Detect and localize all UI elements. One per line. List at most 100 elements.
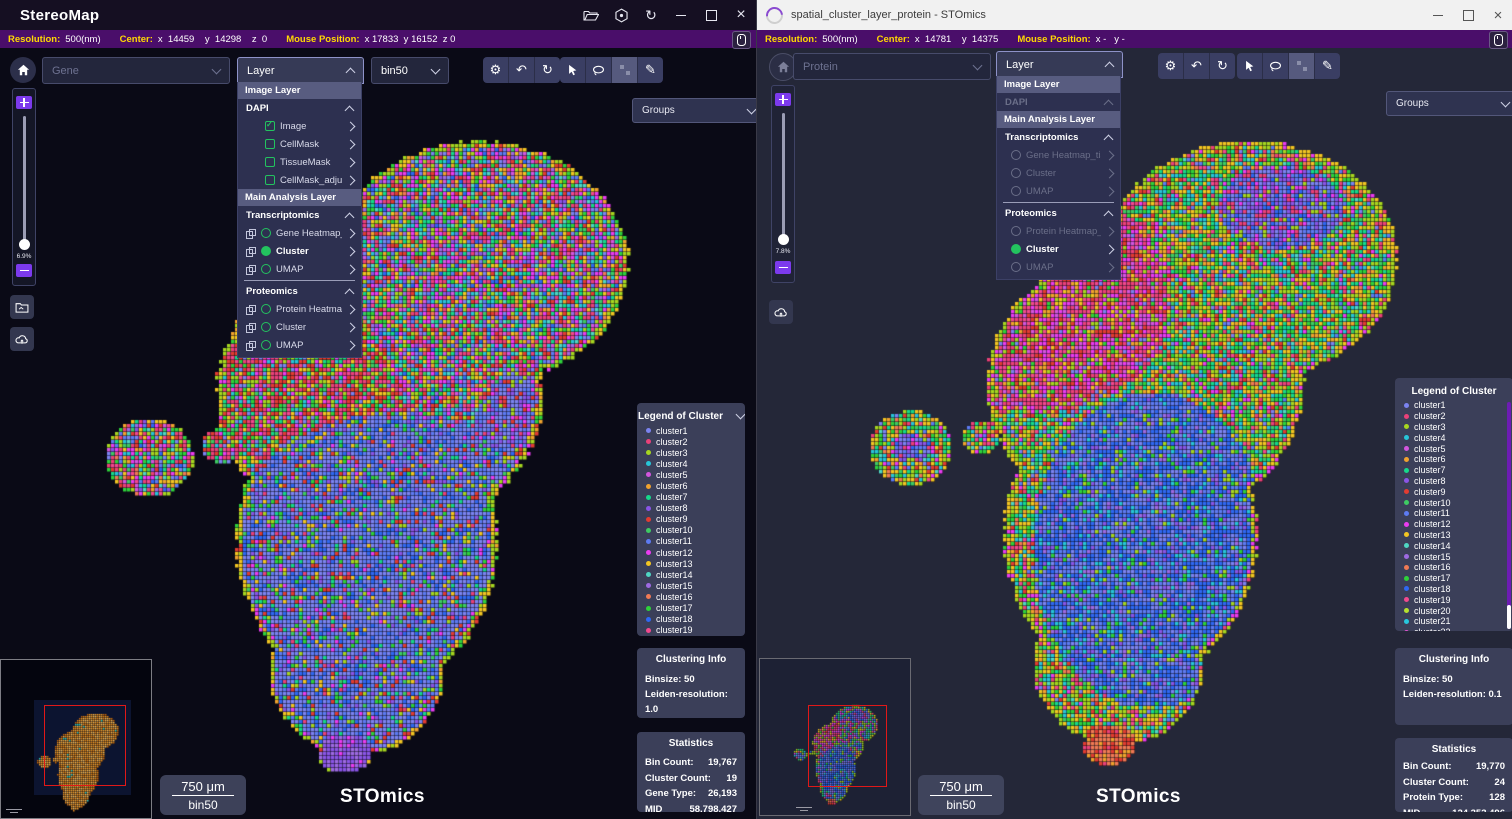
redo-button[interactable]: ↻ bbox=[1210, 53, 1235, 79]
transcriptomics-group[interactable]: Transcriptomics bbox=[238, 207, 361, 224]
layer-item[interactable]: TissueMask bbox=[238, 153, 361, 171]
radio-icon[interactable] bbox=[261, 246, 271, 256]
legend-item[interactable]: cluster11 bbox=[1404, 508, 1512, 519]
legend-scrollbar[interactable] bbox=[1507, 402, 1511, 629]
pen-tool-button[interactable]: ✎ bbox=[1315, 53, 1340, 79]
duplicate-layer-icon[interactable] bbox=[245, 340, 256, 350]
close-icon[interactable]: × bbox=[1483, 0, 1512, 30]
duplicate-layer-icon[interactable] bbox=[245, 304, 256, 314]
scrollbar-thumb[interactable] bbox=[1507, 605, 1511, 629]
main-analysis-section[interactable]: Main Analysis Layer bbox=[997, 111, 1120, 128]
radio-icon[interactable] bbox=[261, 340, 271, 350]
legend-item[interactable]: cluster16 bbox=[646, 591, 745, 602]
undo-button[interactable]: ↶ bbox=[1184, 53, 1210, 79]
radio-icon[interactable] bbox=[261, 304, 271, 314]
layer-item[interactable]: Image bbox=[238, 117, 361, 135]
legend-item[interactable]: cluster19 bbox=[1404, 594, 1512, 605]
radio-icon[interactable] bbox=[1011, 262, 1021, 272]
redo-button[interactable]: ↻ bbox=[535, 57, 560, 83]
chevron-right-icon[interactable] bbox=[346, 264, 356, 274]
pen-tool-button[interactable]: ✎ bbox=[638, 57, 663, 83]
duplicate-layer-icon[interactable] bbox=[245, 246, 256, 256]
chevron-right-icon[interactable] bbox=[346, 340, 356, 350]
chevron-right-icon[interactable] bbox=[346, 322, 356, 332]
legend-item[interactable]: cluster15 bbox=[646, 580, 745, 591]
chevron-right-icon[interactable] bbox=[1105, 168, 1115, 178]
dapi-group[interactable]: DAPI bbox=[238, 100, 361, 117]
home-button[interactable] bbox=[10, 57, 36, 83]
minimap[interactable] bbox=[0, 659, 152, 819]
duplicate-layer-icon[interactable] bbox=[245, 228, 256, 238]
layer-item[interactable]: UMAP bbox=[997, 258, 1120, 276]
cluster-map-canvas[interactable] bbox=[851, 130, 1411, 770]
legend-item[interactable]: cluster4 bbox=[1404, 432, 1512, 443]
radio-icon[interactable] bbox=[1011, 168, 1021, 178]
radio-icon[interactable] bbox=[1011, 244, 1021, 254]
cursor-tool-button[interactable] bbox=[1237, 53, 1263, 79]
legend-item[interactable]: cluster11 bbox=[646, 536, 745, 547]
layer-dropdown[interactable]: Layer bbox=[996, 51, 1123, 78]
layer-item[interactable]: Cluster bbox=[238, 318, 361, 336]
main-analysis-section[interactable]: Main Analysis Layer bbox=[238, 189, 361, 206]
chevron-right-icon[interactable] bbox=[1105, 262, 1115, 272]
checkbox-icon[interactable] bbox=[265, 139, 275, 149]
minimize-icon[interactable] bbox=[1423, 0, 1453, 30]
legend-item[interactable]: cluster22 bbox=[1404, 627, 1512, 631]
legend-item[interactable]: cluster6 bbox=[1404, 454, 1512, 465]
undo-button[interactable]: ↶ bbox=[509, 57, 535, 83]
file-browser-button[interactable] bbox=[10, 295, 34, 319]
zoom-slider-track[interactable] bbox=[782, 113, 785, 244]
radio-icon[interactable] bbox=[1011, 226, 1021, 236]
layer-dropdown[interactable]: Layer bbox=[237, 57, 364, 84]
legend-item[interactable]: cluster18 bbox=[1404, 584, 1512, 595]
checkbox-icon[interactable] bbox=[265, 121, 275, 131]
proteomics-group[interactable]: Proteomics bbox=[238, 283, 361, 300]
legend-item[interactable]: cluster8 bbox=[1404, 476, 1512, 487]
layer-item[interactable]: Protein Heatmap_... bbox=[997, 222, 1120, 240]
layer-item[interactable]: UMAP bbox=[238, 260, 361, 278]
legend-item[interactable]: cluster5 bbox=[646, 469, 745, 480]
legend-item[interactable]: cluster13 bbox=[646, 558, 745, 569]
mouse-icon[interactable] bbox=[732, 31, 751, 49]
legend-item[interactable]: cluster19 bbox=[646, 625, 745, 636]
legend-item[interactable]: cluster14 bbox=[646, 569, 745, 580]
legend-item[interactable]: cluster17 bbox=[646, 603, 745, 614]
legend-item[interactable]: cluster5 bbox=[1404, 443, 1512, 454]
legend-item[interactable]: cluster14 bbox=[1404, 540, 1512, 551]
cluster-map-canvas[interactable] bbox=[95, 128, 643, 776]
chevron-right-icon[interactable] bbox=[1105, 186, 1115, 196]
zoom-slider-track[interactable] bbox=[23, 116, 26, 247]
legend-item[interactable]: cluster16 bbox=[1404, 562, 1512, 573]
bin-size-select[interactable]: bin50 bbox=[371, 57, 449, 84]
mouse-icon[interactable] bbox=[1489, 31, 1508, 49]
legend-item[interactable]: cluster20 bbox=[1404, 605, 1512, 616]
zoom-in-button[interactable] bbox=[16, 96, 32, 109]
duplicate-layer-icon[interactable] bbox=[245, 322, 256, 332]
legend-item[interactable]: cluster1 bbox=[1404, 400, 1512, 411]
legend-item[interactable]: cluster7 bbox=[1404, 465, 1512, 476]
chevron-down-icon[interactable] bbox=[736, 410, 745, 420]
dapi-group[interactable]: DAPI bbox=[997, 94, 1120, 111]
checkbox-icon[interactable] bbox=[265, 175, 275, 185]
chevron-right-icon[interactable] bbox=[346, 139, 356, 149]
minimap[interactable] bbox=[759, 658, 911, 816]
legend-item[interactable]: cluster4 bbox=[646, 458, 745, 469]
zoom-out-button[interactable] bbox=[16, 264, 32, 277]
chevron-right-icon[interactable] bbox=[1105, 226, 1115, 236]
checkbox-icon[interactable] bbox=[265, 157, 275, 167]
box-select-tool-button[interactable] bbox=[1289, 53, 1315, 79]
lasso-tool-button[interactable] bbox=[1263, 53, 1289, 79]
layer-item[interactable]: CellMask bbox=[238, 135, 361, 153]
legend-item[interactable]: cluster8 bbox=[646, 503, 745, 514]
legend-item[interactable]: cluster10 bbox=[646, 525, 745, 536]
cursor-tool-button[interactable] bbox=[560, 57, 586, 83]
box-select-tool-button[interactable] bbox=[612, 57, 638, 83]
zoom-slider-thumb[interactable] bbox=[19, 239, 30, 250]
legend-item[interactable]: cluster13 bbox=[1404, 530, 1512, 541]
chevron-right-icon[interactable] bbox=[346, 121, 356, 131]
groups-dropdown[interactable]: Groups bbox=[1386, 91, 1512, 116]
minimize-icon[interactable] bbox=[666, 0, 696, 30]
zoom-slider-thumb[interactable] bbox=[778, 234, 789, 245]
legend-item[interactable]: cluster12 bbox=[646, 547, 745, 558]
legend-item[interactable]: cluster17 bbox=[1404, 573, 1512, 584]
